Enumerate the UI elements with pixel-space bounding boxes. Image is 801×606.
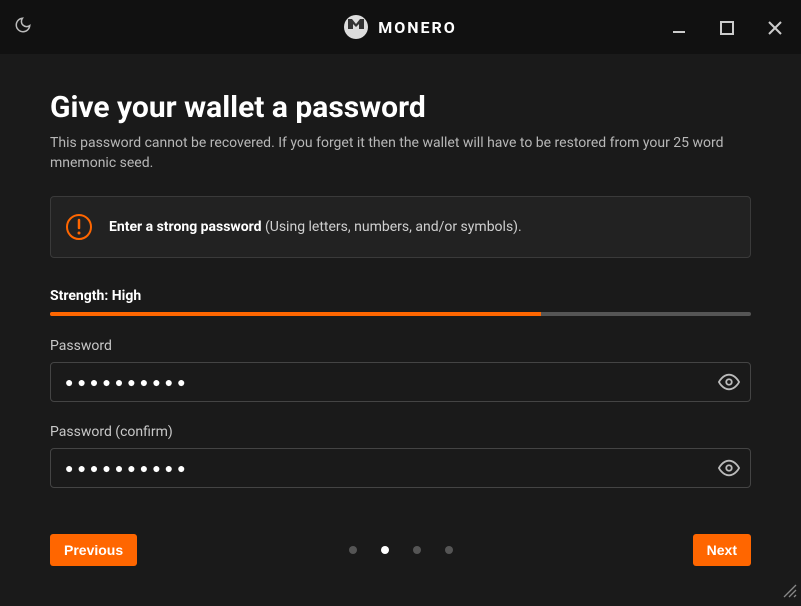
page-description: This password cannot be recovered. If yo… [50,133,751,174]
password-label: Password [50,338,751,354]
info-box: Enter a strong password (Using letters, … [50,196,751,258]
resize-icon [783,584,797,598]
password-confirm-label: Password (confirm) [50,424,751,440]
info-text-rest: (Using letters, numbers, and/or symbols)… [261,219,521,235]
titlebar: MONERO [0,0,801,54]
maximize-button[interactable] [709,10,745,46]
minimize-icon [671,20,687,36]
main-content: Give your wallet a password This passwor… [0,54,801,488]
password-confirm-visibility-toggle[interactable] [715,454,743,482]
pager-dot-4[interactable] [445,546,453,554]
pager-dot-1[interactable] [349,546,357,554]
minimize-button[interactable] [661,10,697,46]
pager-dot-2[interactable] [381,546,389,554]
strength-label: Strength: High [50,288,751,304]
next-button[interactable]: Next [693,534,751,566]
close-button[interactable] [757,10,793,46]
eye-icon [718,457,740,479]
password-confirm-input-wrap [50,448,751,488]
strength-bar [50,312,751,316]
strength-fill [50,312,541,316]
maximize-icon [720,21,734,35]
wizard-footer: Previous Next [50,534,751,566]
info-text-strong: Enter a strong password [109,219,261,235]
password-confirm-input[interactable] [50,448,751,488]
close-icon [767,20,783,36]
pager-dots [349,546,453,554]
previous-button[interactable]: Previous [50,534,137,566]
resize-handle[interactable] [783,583,797,602]
eye-icon [718,371,740,393]
page-title: Give your wallet a password [50,90,751,125]
password-visibility-toggle[interactable] [715,368,743,396]
window-controls [661,10,793,46]
app-name: MONERO [378,18,457,37]
password-input[interactable] [50,362,751,402]
info-text: Enter a strong password (Using letters, … [109,219,522,235]
monero-logo-icon [344,15,368,39]
theme-toggle[interactable] [14,16,32,38]
app-brand: MONERO [344,15,457,39]
pager-dot-3[interactable] [413,546,421,554]
password-input-wrap [50,362,751,402]
warning-icon [65,213,93,241]
moon-icon [14,16,32,34]
